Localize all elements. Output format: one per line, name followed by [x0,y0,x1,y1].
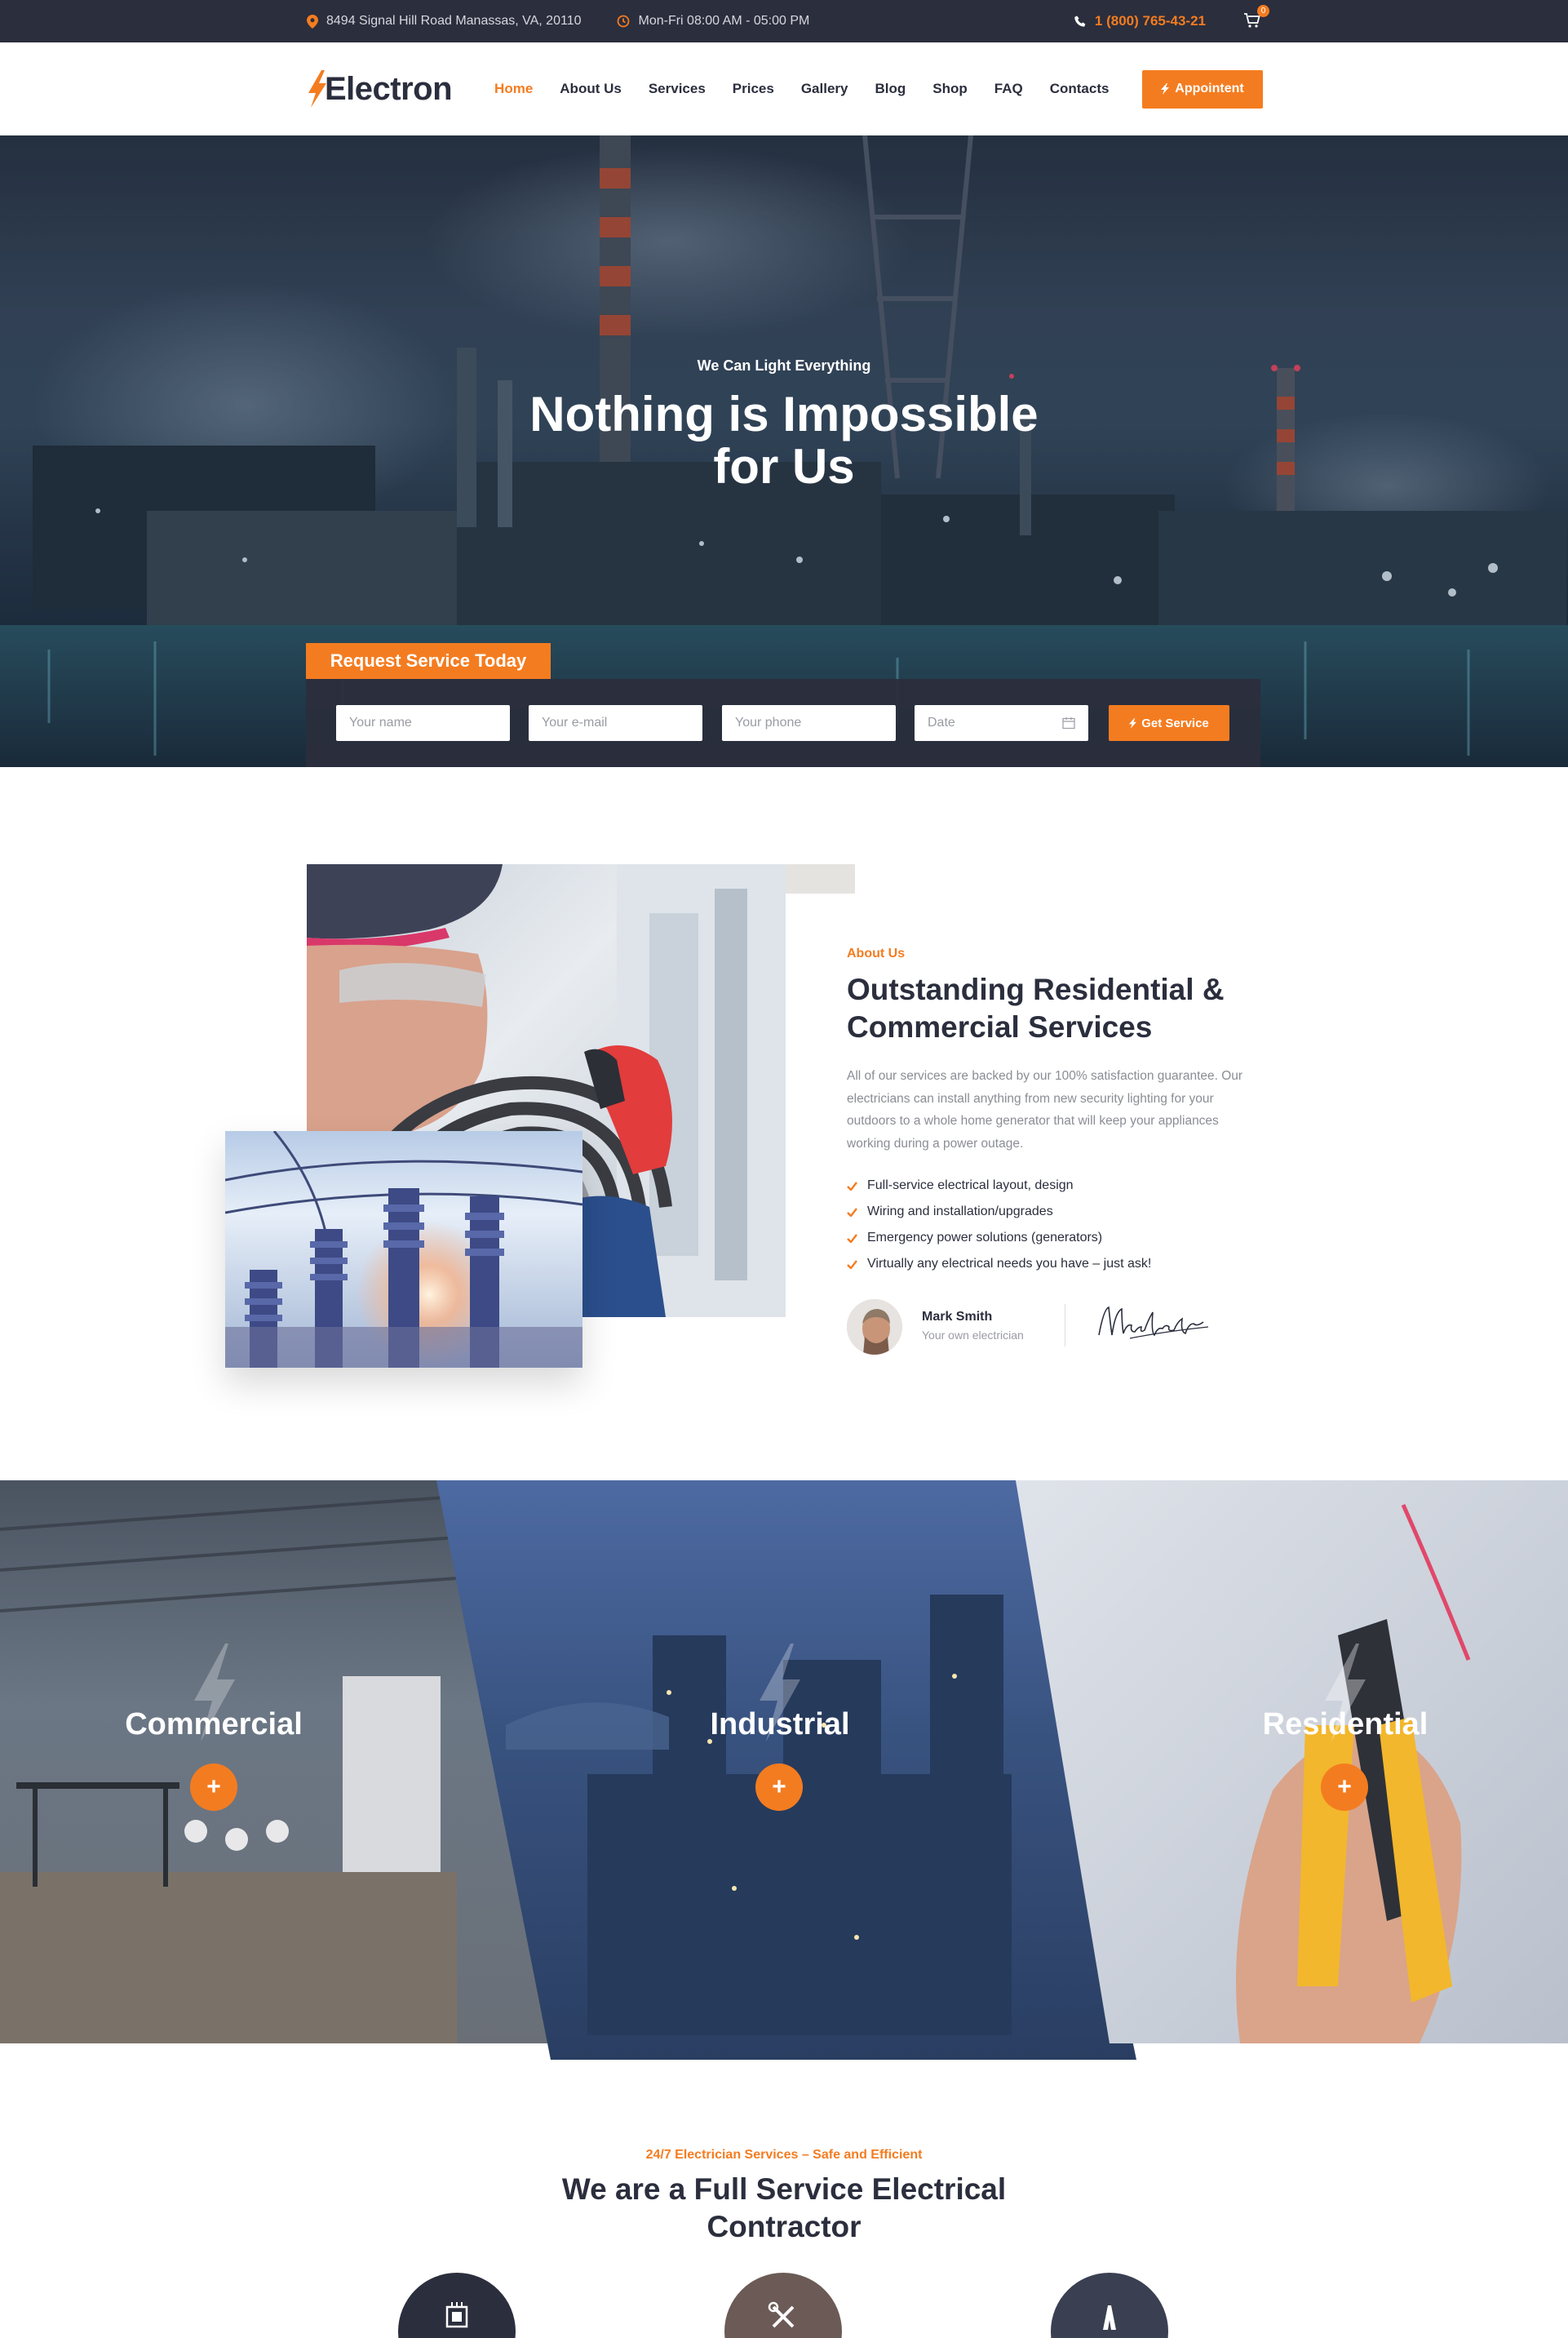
hero-subtitle: We Can Light Everything [697,357,871,374]
nav-services[interactable]: Services [649,81,706,97]
main-header: Electron Home About Us Services Prices G… [0,42,1568,135]
list-item-text: Emergency power solutions (generators) [867,1231,1103,1244]
list-item-text: Wiring and installation/upgrades [867,1204,1053,1218]
clock-icon [618,15,630,28]
nav-gallery[interactable]: Gallery [801,81,848,97]
date-placeholder: Date [928,716,955,730]
location-pin-icon [307,14,318,29]
service-circle-chip[interactable] [398,2273,516,2338]
nav-blog[interactable]: Blog [875,81,906,97]
about-description: All of our services are backed by our 10… [847,1069,1243,1151]
cart-button[interactable]: 0 [1243,5,1269,31]
substation-insulators-image [225,1131,582,1368]
cart-count-badge: 0 [1257,5,1269,17]
list-item: Full-service electrical layout, design [847,1173,1151,1199]
nav-prices[interactable]: Prices [733,81,774,97]
person-name: Mark Smith [922,1310,993,1324]
contractor-title-line1: We are a Full Service Electrical [561,2172,1007,2206]
phone-input[interactable]: Your phone [722,705,896,741]
name-input[interactable]: Your name [336,705,510,741]
top-bar: 8494 Signal Hill Road Manassas, VA, 2011… [0,0,1568,42]
logo-text: Electron [325,70,453,107]
request-service-form: Your name Your e-mail Your phone Date Ge… [306,679,1260,767]
power-insulators-photo [225,1131,582,1368]
contractor-title: We are a Full Service Electrical Contrac… [0,2171,1568,2246]
address-info: 8494 Signal Hill Road Manassas, VA, 2011… [307,14,581,29]
outlet-icon [1103,2305,1116,2330]
panel-title-industrial[interactable]: Industrial [633,1707,927,1742]
list-item: Wiring and installation/upgrades [847,1199,1151,1225]
electrician-portrait [847,1299,902,1355]
nav-home[interactable]: Home [494,81,533,97]
list-item: Virtually any electrical needs you have … [847,1251,1151,1277]
panel-title-residential[interactable]: Residential [1198,1707,1492,1742]
tools-icon [768,2301,795,2328]
avatar [847,1299,902,1355]
hero-section: We Can Light Everything Nothing is Impos… [0,135,1568,767]
email-input[interactable]: Your e-mail [529,705,702,741]
check-icon [847,1259,857,1269]
about-label: About Us [847,947,906,960]
phone-icon [1074,16,1086,27]
commercial-plus-button[interactable]: + [190,1763,237,1811]
check-icon [847,1233,857,1243]
site-logo[interactable]: Electron [307,70,453,108]
hero-title-line1: Nothing is Impossible [529,387,1039,441]
about-feature-list: Full-service electrical layout, design W… [847,1173,1151,1277]
main-nav: Home About Us Services Prices Gallery Bl… [494,81,1136,97]
get-service-button[interactable]: Get Service [1109,705,1229,741]
residential-plus-button[interactable]: + [1321,1763,1368,1811]
hours-info: Mon-Fri 08:00 AM - 05:00 PM [617,14,809,29]
contractor-title-line2: Contractor [706,2210,862,2243]
nav-faq[interactable]: FAQ [994,81,1023,97]
phone-text: 1 (800) 765-43-21 [1094,13,1206,29]
industrial-plus-button[interactable]: + [755,1763,803,1811]
get-service-label: Get Service [1141,716,1209,730]
list-item-text: Virtually any electrical needs you have … [867,1257,1152,1271]
service-panels: Commercial + Industrial + Residential + [0,1480,1568,2060]
service-circle-tools[interactable] [724,2273,842,2338]
list-item: Emergency power solutions (generators) [847,1225,1151,1251]
bolt-icon [1129,717,1137,729]
bolt-icon [1161,83,1170,95]
contractor-label: 24/7 Electrician Services – Safe and Eff… [645,2148,923,2162]
panel-title-commercial[interactable]: Commercial [67,1707,361,1742]
check-icon [847,1181,857,1191]
check-icon [847,1207,857,1217]
calendar-icon[interactable] [1062,716,1075,730]
appointment-button[interactable]: Appointent [1142,69,1263,109]
hero-title-line2: for Us [713,439,855,494]
appointment-label: Appointent [1175,82,1244,95]
person-role: Your own electrician [922,1329,1024,1342]
decor-block [786,864,855,894]
phone-link[interactable]: 1 (800) 765-43-21 [1074,13,1206,29]
hero-title: Nothing is Impossible for Us [0,388,1568,493]
signature-image [1098,1306,1209,1339]
about-title: Outstanding Residential & Commercial Ser… [847,973,1225,1044]
nav-shop[interactable]: Shop [932,81,968,97]
hours-text: Mon-Fri 08:00 AM - 05:00 PM [638,14,810,28]
nav-contacts[interactable]: Contacts [1050,81,1110,97]
list-item-text: Full-service electrical layout, design [867,1178,1074,1192]
address-text: 8494 Signal Hill Road Manassas, VA, 2011… [326,14,582,28]
nav-about-us[interactable]: About Us [560,81,622,97]
date-input[interactable]: Date [915,705,1088,741]
chip-icon [445,2302,468,2328]
request-service-tab[interactable]: Request Service Today [306,643,551,679]
service-circle-outlet[interactable] [1051,2273,1168,2338]
